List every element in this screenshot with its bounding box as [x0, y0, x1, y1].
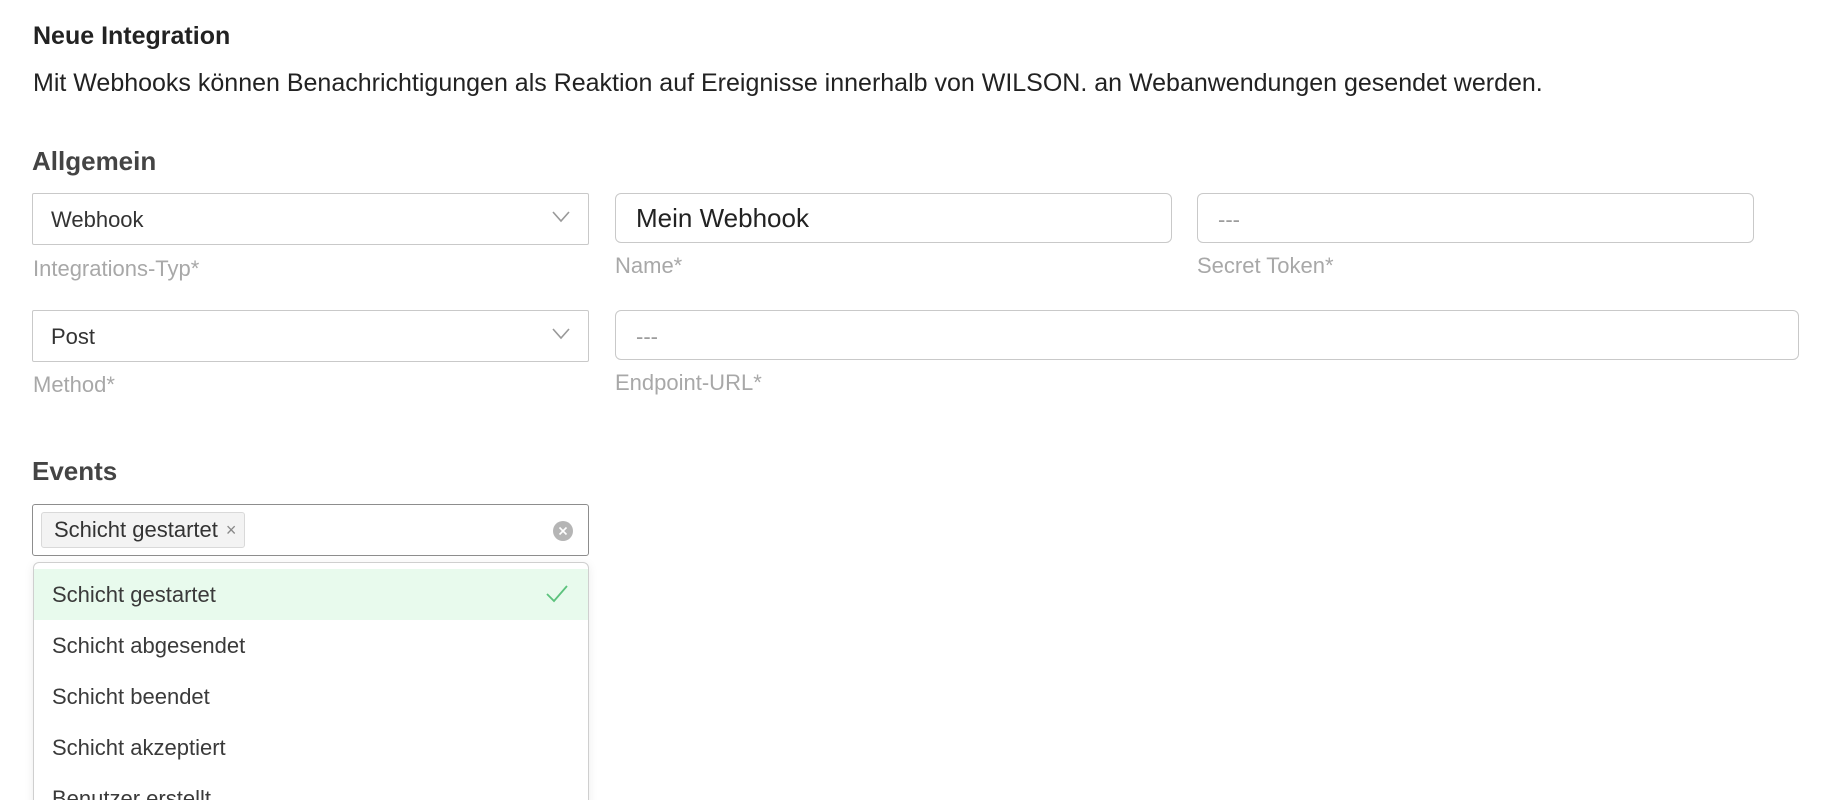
page-title: Neue Integration — [33, 22, 231, 50]
endpoint-url-field[interactable] — [615, 310, 1799, 360]
name-label: Name* — [615, 253, 683, 278]
event-tag-label: Schicht gestartet — [54, 517, 218, 542]
event-option[interactable]: Benutzer erstellt — [34, 773, 588, 800]
integration-type-label: Integrations-Typ* — [33, 256, 200, 281]
chevron-down-icon — [552, 328, 570, 340]
section-title-events: Events — [32, 456, 118, 486]
event-option[interactable]: Schicht akzeptiert — [34, 722, 588, 773]
secret-token-label: Secret Token* — [1197, 253, 1334, 278]
check-icon — [546, 585, 568, 603]
clear-circle-icon[interactable] — [553, 521, 573, 541]
event-option-label: Schicht akzeptiert — [52, 734, 226, 760]
event-option[interactable]: Schicht abgesendet — [34, 620, 588, 671]
integration-type-value: Webhook — [51, 207, 144, 232]
page-description: Mit Webhooks können Benachrichtigungen a… — [33, 69, 1543, 97]
new-integration-page: Neue Integration Mit Webhooks können Ben… — [0, 0, 1832, 800]
name-input[interactable] — [616, 194, 1171, 242]
name-field[interactable] — [615, 193, 1172, 243]
close-icon[interactable]: × — [226, 521, 237, 539]
integration-type-select[interactable]: Webhook — [32, 193, 589, 245]
event-tag: Schicht gestartet × — [41, 512, 246, 548]
event-option-label: Schicht beendet — [52, 683, 210, 709]
events-dropdown-menu: Schicht gestartet Schicht abgesendet Sch… — [33, 562, 589, 800]
endpoint-url-input[interactable] — [616, 311, 1798, 359]
endpoint-url-label: Endpoint-URL* — [615, 370, 762, 395]
event-option-label: Schicht abgesendet — [52, 632, 246, 658]
method-label: Method* — [33, 372, 115, 397]
chevron-down-icon — [552, 211, 570, 223]
method-value: Post — [51, 324, 96, 349]
events-multiselect[interactable]: Schicht gestartet × — [32, 504, 589, 556]
section-title-general: Allgemein — [32, 146, 157, 176]
secret-token-field[interactable] — [1197, 193, 1754, 243]
event-option-label: Benutzer erstellt — [52, 785, 211, 800]
event-option[interactable]: Schicht gestartet — [34, 569, 588, 620]
secret-token-input[interactable] — [1198, 194, 1753, 242]
event-option[interactable]: Schicht beendet — [34, 671, 588, 722]
method-select[interactable]: Post — [32, 310, 589, 362]
event-option-label: Schicht gestartet — [52, 581, 216, 607]
